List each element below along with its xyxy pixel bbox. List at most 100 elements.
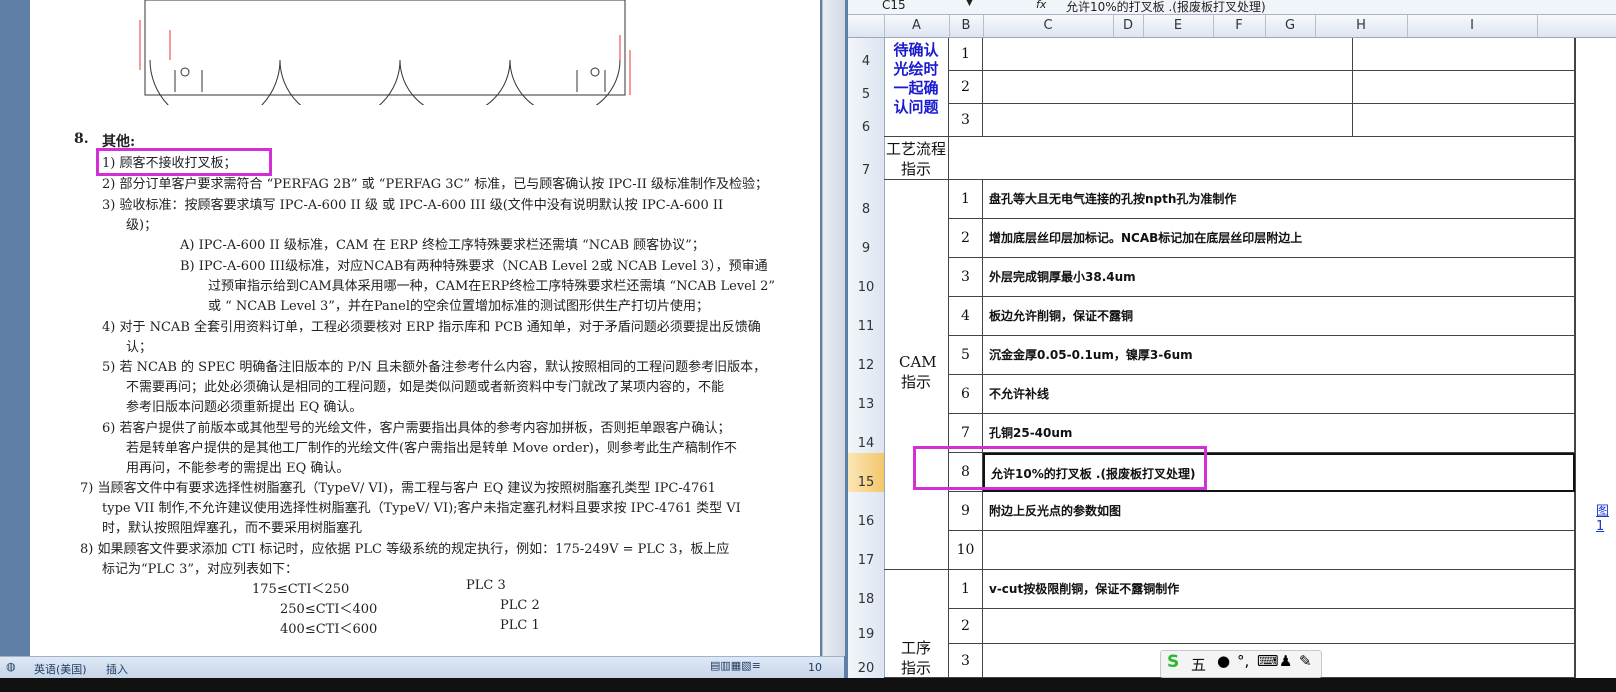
language-status[interactable]: 英语(美国) [34,661,87,677]
table-cell[interactable] [983,38,1353,71]
doc-line: 参考旧版本问题必须重新提出 EQ 确认。 [126,400,363,415]
row-header-active[interactable]: 15 [848,453,885,493]
doc-line: 8) 如果顾客文件要求添加 CTI 标记时，应依据 PLC 等级系统的规定执行，… [80,542,730,557]
ime-mode-label[interactable]: 五 [1191,654,1206,675]
row-header[interactable]: 16 [848,492,885,532]
side-label-confirm[interactable]: 待确认光绘时一起确认问题 [884,38,949,137]
item-number[interactable]: 1 [949,180,983,219]
column-header-bar: A B C D E F G H I [848,15,1616,38]
instruction-cell[interactable]: 沉金金厚0.05-0.1um，镍厚3-6um [983,336,1575,375]
item-number[interactable]: 2 [949,71,983,104]
column-header[interactable]: F [1213,15,1266,37]
row-header[interactable]: 18 [848,570,885,610]
column-header[interactable]: I [1407,15,1538,37]
item-number[interactable]: 6 [949,375,983,414]
item-number[interactable]: 3 [949,104,983,137]
doc-line: 3) 验收标准：按顾客要求填写 IPC-A-600 II 级 或 IPC-A-6… [102,198,724,213]
row-header[interactable]: 12 [848,336,885,376]
item-number[interactable]: 4 [949,297,983,336]
vertical-scrollbar[interactable] [822,0,845,656]
excel-window: C15 ▼ fx 允许10%的打叉板 .(报废板打叉处理) A B C D E … [848,0,1616,678]
table-cell[interactable] [1353,104,1575,137]
row-header[interactable]: 7 [848,137,885,181]
item-number[interactable]: 3 [949,644,983,678]
figure-link[interactable]: 图1 [1596,500,1616,534]
ime-toolbar[interactable]: S 五 ● °, ⌨ ♟ ✎ [1160,650,1322,678]
table-cell[interactable] [949,137,1575,180]
insert-mode-status[interactable]: 插入 [106,661,128,677]
item-number[interactable]: 2 [949,609,983,644]
row-header[interactable]: 20 [848,644,885,678]
cti-plc: PLC 3 [466,578,506,593]
doc-line: 时，默认按照阻焊塞孔，而不要采用树脂塞孔 [102,521,363,536]
table-cell[interactable] [983,71,1353,104]
row-header[interactable]: 14 [848,414,885,454]
table-cell[interactable] [983,104,1353,137]
keyboard-icon[interactable]: ⌨ [1257,652,1279,670]
item-number[interactable]: 2 [949,219,983,258]
table-cell[interactable] [983,609,1575,644]
doc-line: 标记为“PLC 3”，对应列表如下： [102,562,299,577]
document-page[interactable]: 8. 其他: 1) 顾客不接收打叉板； 2) 部分订单客户要求需符合 “PERF… [30,0,820,656]
instruction-cell[interactable]: 不允许补线 [983,375,1575,414]
doc-line: 若是转单客户提供的是其他工厂制作的光绘文件(客户需指出是转单 Move orde… [126,441,737,456]
row-header[interactable]: 8 [848,180,885,220]
instruction-cell[interactable]: v-cut按极限削铜，保证不露铜制作 [983,570,1575,609]
instruction-cell[interactable] [983,531,1575,570]
formula-content[interactable]: 允许10%的打叉板 .(报废板打叉处理) [1066,0,1266,15]
item-number[interactable]: 1 [949,38,983,71]
column-j-strip[interactable] [1575,38,1616,678]
doc-line: 过预审指示给到CAM具体采用哪一种，CAM在ERP终检工序特殊要求栏还需填 “N… [208,279,776,294]
row-header[interactable]: 17 [848,531,885,571]
side-label-cam[interactable]: CAM指示 [884,180,949,570]
name-box[interactable]: C15 [882,0,906,12]
ime-symbol-icon[interactable]: °, [1237,652,1249,670]
table-cell[interactable] [1353,71,1575,104]
formula-bar: C15 ▼ fx 允许10%的打叉板 .(报废板打叉处理) [848,0,1616,15]
dropdown-icon[interactable]: ▼ [966,0,973,8]
row-header[interactable]: 6 [848,104,885,138]
doc-line: type VII 制作,不允许建议使用选择性树脂塞孔（TypeV/ VI);客户… [102,501,741,516]
item-number[interactable]: 10 [949,531,983,570]
column-header[interactable]: G [1265,15,1316,37]
item-number[interactable]: 3 [949,258,983,297]
instruction-cell[interactable]: 外层完成铜厚最小38.4um [983,258,1575,297]
row-header[interactable]: 11 [848,297,885,337]
section-number: 8. [74,131,89,147]
side-label-process[interactable]: 工艺流程指示 [884,137,949,180]
doc-line: 级)； [126,218,158,233]
cti-range: 250≤CTI＜400 [280,602,378,617]
column-header[interactable]: C [983,15,1114,37]
row-header[interactable]: 10 [848,258,885,298]
row-header[interactable]: 13 [848,375,885,415]
doc-line: 认； [126,340,153,355]
select-all-corner[interactable] [848,15,885,37]
item-number[interactable]: 9 [949,492,983,531]
fx-icon[interactable]: fx [1036,0,1046,11]
ime-logo-icon[interactable]: S [1167,652,1179,672]
highlight-box [913,446,1207,490]
column-header[interactable]: E [1143,15,1214,37]
column-header[interactable]: D [1113,15,1144,37]
instruction-cell[interactable]: 板边允许削铜，保证不露铜 [983,297,1575,336]
user-icon[interactable]: ♟ [1279,652,1292,670]
page-fragment: 10 [808,661,822,674]
instruction-cell[interactable]: 增加底层丝印层加标记。NCAB标记加在底层丝印层附边上 [983,219,1575,258]
column-header[interactable]: B [949,15,984,37]
column-header[interactable]: A [884,15,950,37]
instruction-cell[interactable]: 盘孔等大且无电气连接的孔按npth孔为准制作 [983,180,1575,219]
view-buttons-icon[interactable]: ▤▥▦▧≡ [710,659,761,672]
column-header[interactable]: H [1315,15,1408,37]
instruction-cell[interactable]: 附边上反光点的参数如图 [983,492,1575,531]
wrench-icon[interactable]: ✎ [1299,652,1312,670]
side-label-work[interactable]: 工序指示 [884,570,949,678]
doc-line: 7) 当顾客文件中有要求选择性树脂塞孔（TypeV/ VI)，需工程与客户 EQ… [80,481,716,496]
ime-punct-icon[interactable]: ● [1217,652,1230,670]
table-cell[interactable] [1353,38,1575,71]
row-header[interactable]: 4 [848,38,885,72]
item-number[interactable]: 1 [949,570,983,609]
row-header[interactable]: 5 [848,71,885,105]
row-header[interactable]: 9 [848,219,885,259]
row-header[interactable]: 19 [848,609,885,645]
item-number[interactable]: 5 [949,336,983,375]
